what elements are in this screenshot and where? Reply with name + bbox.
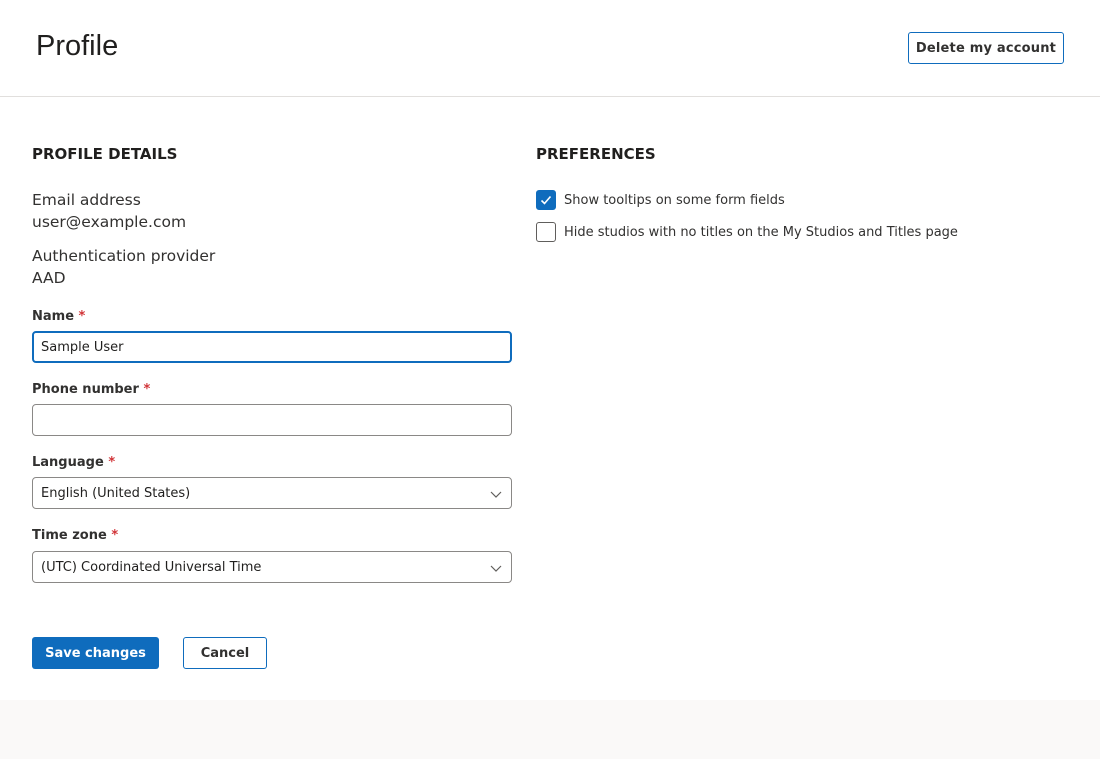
auth-provider-label: Authentication provider [32, 247, 216, 265]
name-input[interactable] [32, 331, 512, 363]
language-dropdown[interactable]: English (United States) [32, 477, 512, 509]
chevron-down-icon [490, 491, 502, 498]
name-label: Name * [32, 309, 86, 324]
profile-page: Profile Delete my account PROFILE DETAIL… [0, 0, 1100, 700]
required-marker: * [78, 309, 86, 324]
checkbox-label: Show tooltips on some form fields [564, 192, 785, 208]
required-marker: * [111, 528, 119, 543]
language-selected-value: English (United States) [41, 485, 191, 501]
required-marker: * [143, 382, 151, 397]
checkbox-label: Hide studios with no titles on the My St… [564, 224, 958, 240]
email-value: user@example.com [32, 213, 187, 231]
checkbox-unchecked[interactable] [536, 222, 556, 242]
checkbox-checked[interactable] [536, 190, 556, 210]
auth-provider-value: AAD [32, 269, 66, 287]
preferences-heading: PREFERENCES [536, 145, 656, 163]
preference-hide-studios[interactable]: Hide studios with no titles on the My St… [536, 222, 958, 242]
preference-show-tooltips[interactable]: Show tooltips on some form fields [536, 190, 785, 210]
delete-account-button[interactable]: Delete my account [908, 32, 1064, 64]
timezone-label: Time zone * [32, 528, 119, 543]
phone-label: Phone number * [32, 382, 151, 397]
save-changes-button[interactable]: Save changes [32, 637, 159, 669]
language-label: Language * [32, 455, 116, 470]
checkmark-icon [540, 195, 552, 205]
email-label: Email address [32, 191, 141, 209]
timezone-dropdown[interactable]: (UTC) Coordinated Universal Time [32, 551, 512, 583]
required-marker: * [108, 455, 116, 470]
page-title: Profile [36, 30, 119, 62]
cancel-button[interactable]: Cancel [183, 637, 267, 669]
timezone-selected-value: (UTC) Coordinated Universal Time [41, 559, 262, 575]
phone-input[interactable] [32, 404, 512, 436]
profile-details-heading: PROFILE DETAILS [32, 145, 178, 163]
page-header: Profile Delete my account [0, 0, 1100, 97]
chevron-down-icon [490, 565, 502, 572]
